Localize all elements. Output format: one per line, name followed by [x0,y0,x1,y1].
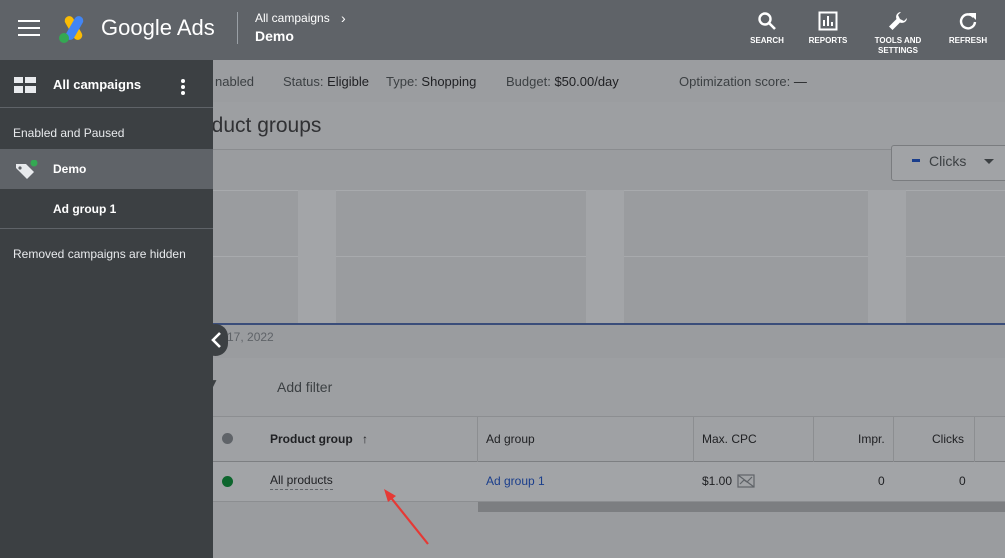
campaigns-grid-icon [14,77,36,93]
filter-bar: ▼ Add filter [207,358,1005,416]
ad-group-link[interactable]: Ad group 1 [486,474,545,488]
clicks-cell: 0 [959,474,966,488]
refresh-icon [959,13,977,30]
optimization-score: Optimization score: — [679,74,807,89]
google-ads-logo [59,16,84,43]
reports-icon [818,11,838,31]
max-cpc-cell[interactable]: $1.00 [702,474,755,488]
sidebar-section-label: Enabled and Paused [13,126,125,140]
wrench-icon [889,12,907,30]
reports-button[interactable]: REPORTS [806,10,850,46]
enabled-status-icon [222,476,233,487]
annotation-arrow [384,489,429,545]
add-filter-button[interactable]: Add filter [277,379,332,395]
tools-label: TOOLS AND [874,36,922,45]
chart-band [298,190,336,324]
refresh-label: REFRESH [948,36,988,45]
breadcrumb-parent[interactable]: All campaigns [255,11,330,25]
top-app-bar: Google Ads All campaigns › Demo SEARCH R… [0,0,1005,60]
budget-label: Budget: $50.00/day [506,74,619,89]
sidebar-title[interactable]: All campaigns [53,77,141,92]
chart-band [868,190,906,324]
sidebar-item-ad-group-1[interactable]: Ad group 1 [0,189,213,229]
table-row[interactable]: All products Ad group 1 $1.00 0 0 [213,462,1005,502]
shopping-campaign-icon [16,160,38,179]
search-icon [758,12,776,30]
horizontal-scrollbar[interactable] [478,502,1005,512]
column-header-ad-group[interactable]: Ad group [486,417,535,463]
reports-label: REPORTS [808,36,848,45]
more-options-icon[interactable] [181,79,187,97]
search-button[interactable]: SEARCH [748,10,786,46]
series-swatch [912,159,920,162]
campaign-navigation-panel: All campaigns Enabled and Paused Demo Ad… [0,60,213,558]
enabled-status-text: nabled [215,74,255,89]
status-column-icon [222,433,233,444]
metric-dropdown[interactable]: Clicks [891,145,1005,181]
budget-value: $50.00/day [554,74,619,89]
sort-arrow-icon: ↑ [362,432,369,446]
sidebar-header: All campaigns [0,60,213,108]
removed-campaigns-note: Removed campaigns are hidden [13,247,186,261]
refresh-button[interactable]: REFRESH [946,10,990,46]
performance-chart: Clicks [213,145,1005,358]
type-label: Type: Shopping [386,74,477,89]
column-header-clicks[interactable]: Clicks [932,417,964,463]
status-value: Eligible [327,74,370,89]
bid-simulator-icon[interactable] [737,474,755,488]
tools-settings-button[interactable]: TOOLS AND SETTINGS [870,10,926,56]
impr-cell: 0 [878,474,885,488]
brand-name: Google Ads [101,15,215,40]
settings-label: SETTINGS [877,46,918,55]
product-group-cell[interactable]: All products [270,473,333,490]
sidebar-item-label: Demo [53,162,87,176]
menu-icon[interactable] [18,20,40,38]
sidebar-item-demo[interactable]: Demo [0,149,213,189]
campaign-status-bar: nabled Status: Eligible Type: Shopping B… [213,60,1005,102]
caret-down-icon [984,159,994,164]
chevron-right-icon: › [341,10,346,26]
column-header-impr[interactable]: Impr. [858,417,885,463]
status-label: Status: Eligible [283,74,370,89]
page-header: oduct groups [200,102,1005,150]
chart-band [586,190,624,324]
chevron-left-icon [210,332,221,348]
type-value: Shopping [421,74,477,89]
page-title: oduct groups [200,114,322,137]
column-header-product-group[interactable]: Product group ↑ [270,417,368,463]
clicks-series-line [213,323,1005,325]
product-groups-table: Product group ↑ Ad group Max. CPC Impr. … [213,416,1005,558]
metric-dropdown-label: Clicks [929,153,967,169]
breadcrumb-current[interactable]: Demo [255,28,294,44]
table-header: Product group ↑ Ad group Max. CPC Impr. … [213,416,1005,462]
optimization-score-value: — [793,74,807,89]
search-label: SEARCH [750,36,784,45]
column-header-max-cpc[interactable]: Max. CPC [702,417,757,463]
sidebar-item-label: Ad group 1 [53,202,117,216]
collapse-panel-button[interactable] [203,324,228,356]
divider [237,12,238,44]
